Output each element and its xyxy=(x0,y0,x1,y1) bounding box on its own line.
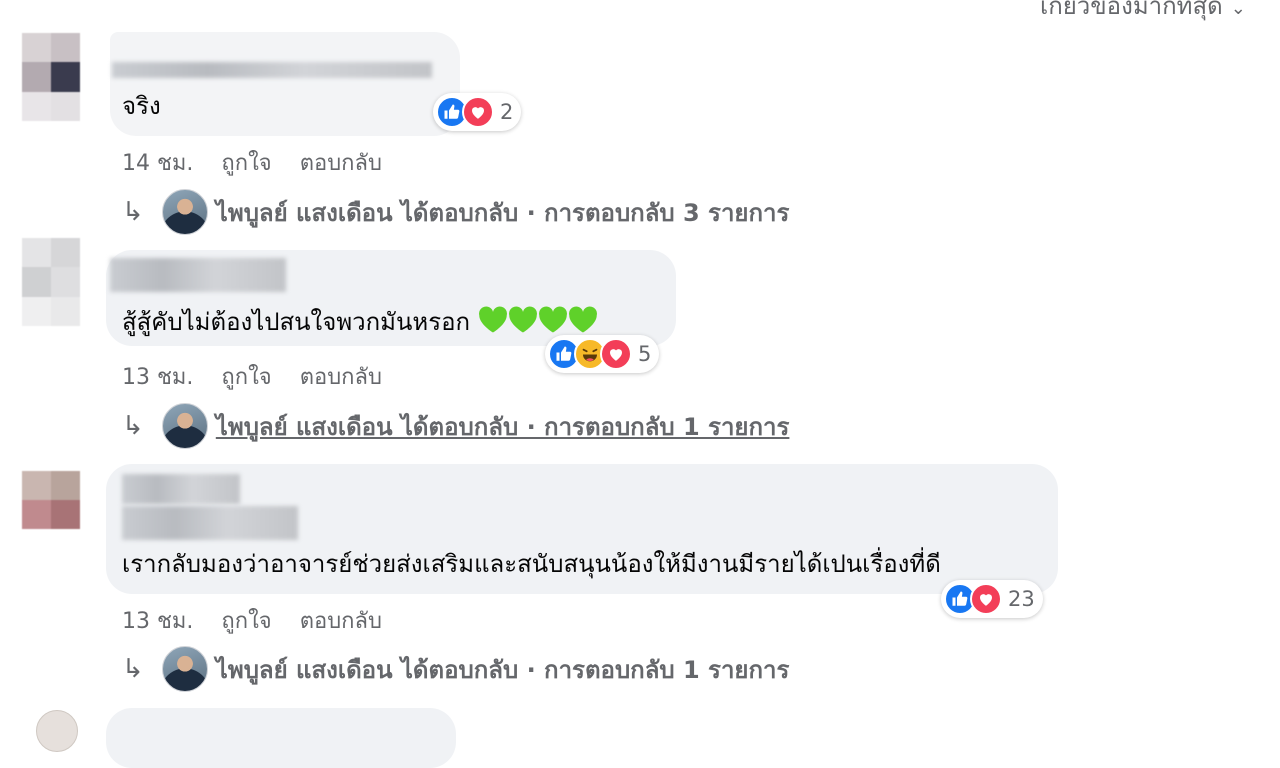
view-replies-link[interactable]: ↳ ไพบูลย์ แสงเดือน ได้ตอบกลับ · การตอบกล… xyxy=(122,403,789,449)
view-replies-link[interactable]: ↳ ไพบูลย์ แสงเดือน ได้ตอบกลับ · การตอบกล… xyxy=(122,646,789,692)
avatar[interactable] xyxy=(22,471,80,529)
comment-meta: 13 ชม. ถูกใจ ตอบกลับ xyxy=(122,603,410,638)
like-button[interactable]: ถูกใจ xyxy=(221,365,271,390)
comment-text: จริง xyxy=(122,92,161,120)
green-heart-emoji xyxy=(568,306,597,333)
comment-sort-menu[interactable]: เกี่ยวข้องมากที่สุด ⌄ xyxy=(1040,0,1246,25)
reaction-count: 5 xyxy=(638,342,652,366)
comment-bubble xyxy=(110,32,460,136)
comment-bubble xyxy=(106,708,456,768)
green-heart-emoji xyxy=(508,306,537,333)
avatar[interactable] xyxy=(22,238,80,326)
commenter-name-blurred[interactable] xyxy=(112,62,432,78)
avatar[interactable] xyxy=(36,710,78,752)
reaction-count: 23 xyxy=(1008,587,1035,611)
love-reaction-icon xyxy=(462,96,494,128)
comment-meta: 14 ชม. ถูกใจ ตอบกลับ xyxy=(122,145,410,180)
comment-time[interactable]: 13 ชม. xyxy=(122,365,193,390)
green-heart-emoji xyxy=(478,306,507,333)
like-button[interactable]: ถูกใจ xyxy=(221,609,271,634)
commenter-name-blurred[interactable] xyxy=(122,474,240,504)
reaction-count: 2 xyxy=(500,100,514,124)
comment-text-content: สู้สู้คับไม่ต้องไปสนใจพวกมันหรอก xyxy=(122,308,471,336)
comment-text: สู้สู้คับไม่ต้องไปสนใจพวกมันหรอก xyxy=(122,306,598,336)
commenter-name-blurred[interactable] xyxy=(110,258,286,292)
green-heart-emoji xyxy=(538,306,567,333)
avatar[interactable] xyxy=(22,33,80,121)
comment-time[interactable]: 13 ชม. xyxy=(122,609,193,634)
reply-summary-text: ไพบูลย์ แสงเดือน ได้ตอบกลับ · การตอบกลับ… xyxy=(215,655,790,684)
view-replies-link[interactable]: ↳ ไพบูลย์ แสงเดือน ได้ตอบกลับ · การตอบกล… xyxy=(122,189,789,235)
reply-arrow-icon: ↳ xyxy=(122,411,144,441)
reply-arrow-icon: ↳ xyxy=(122,197,144,227)
like-button[interactable]: ถูกใจ xyxy=(221,151,271,176)
comment-time[interactable]: 14 ชม. xyxy=(122,151,193,176)
commenter-name-blurred xyxy=(122,506,298,540)
reply-summary-text: ไพบูลย์ แสงเดือน ได้ตอบกลับ · การตอบกลับ… xyxy=(215,198,790,227)
reaction-summary[interactable]: 5 xyxy=(545,335,660,373)
replier-avatar xyxy=(161,646,208,692)
reaction-summary[interactable]: 2 xyxy=(433,93,522,131)
replier-avatar xyxy=(161,189,208,235)
reaction-summary[interactable]: 23 xyxy=(941,580,1043,618)
reply-arrow-icon: ↳ xyxy=(122,654,144,684)
comment-text: เรากลับมองว่าอาจารย์ช่วยส่งเสริมและสนับส… xyxy=(122,550,941,578)
replier-avatar xyxy=(161,403,208,449)
reply-button[interactable]: ตอบกลับ xyxy=(300,609,382,634)
chevron-down-icon: ⌄ xyxy=(1230,0,1246,19)
reply-summary-text: ไพบูลย์ แสงเดือน ได้ตอบกลับ · การตอบกลับ… xyxy=(215,412,790,441)
love-reaction-icon xyxy=(600,338,632,370)
sort-label: เกี่ยวข้องมากที่สุด xyxy=(1040,0,1223,20)
comment-meta: 13 ชม. ถูกใจ ตอบกลับ xyxy=(122,359,410,394)
reply-button[interactable]: ตอบกลับ xyxy=(300,151,382,176)
love-reaction-icon xyxy=(970,583,1002,615)
reply-button[interactable]: ตอบกลับ xyxy=(300,365,382,390)
